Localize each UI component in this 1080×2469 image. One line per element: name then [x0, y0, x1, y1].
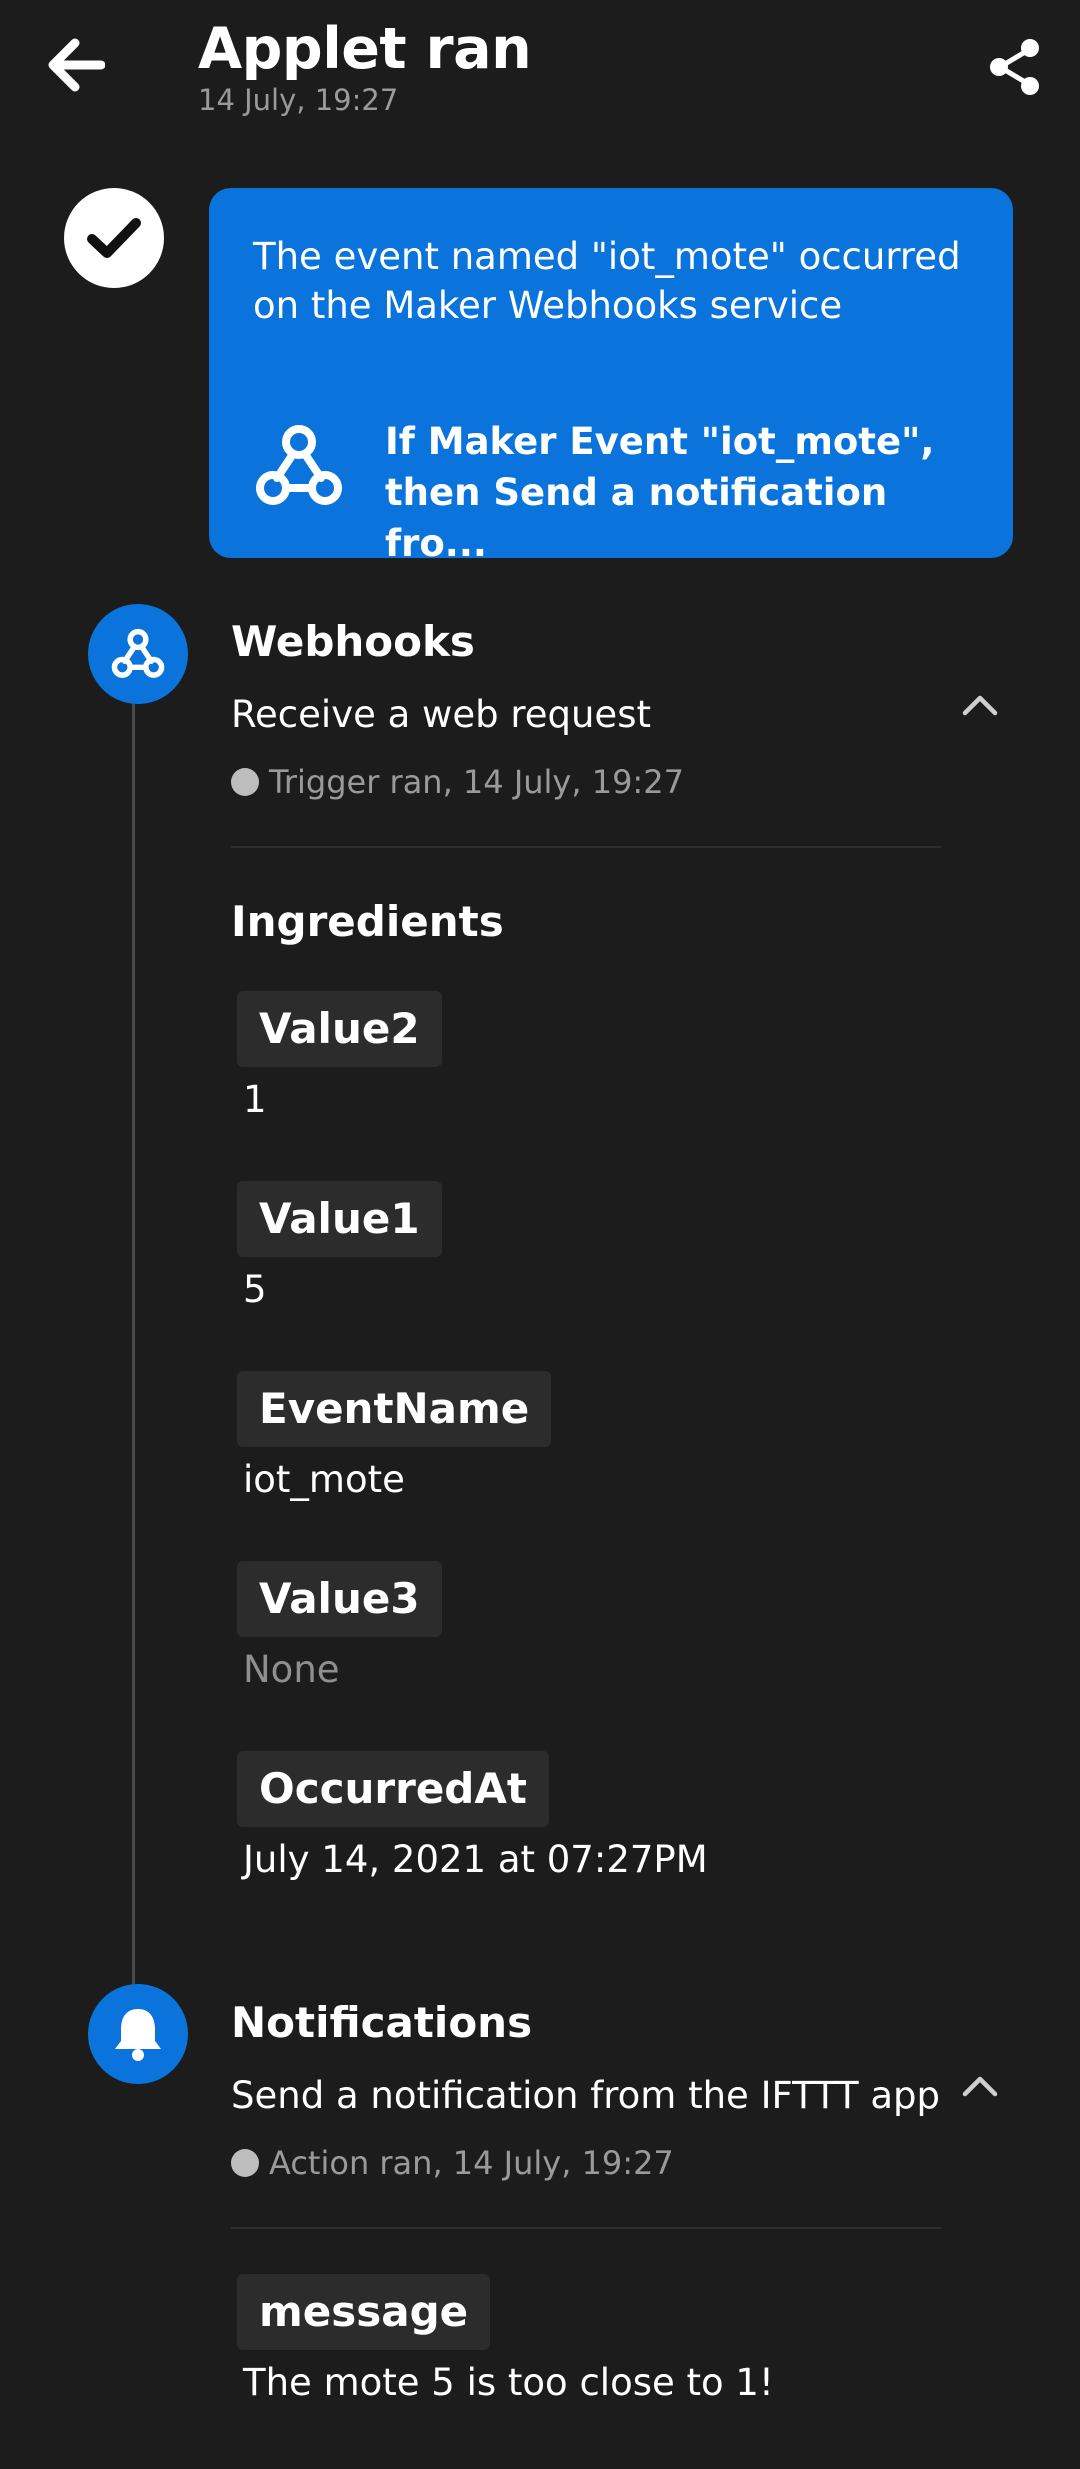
applet-summary-card[interactable]: The event named "iot_mote" occurred on t… [209, 188, 1013, 565]
action-field-message: message The mote 5 is too close to 1! [237, 2274, 774, 2406]
ingredient-value2: Value2 1 [237, 991, 442, 1123]
action-service-name: Notifications [231, 1998, 533, 2047]
success-check-badge [64, 188, 164, 288]
status-dot [231, 2149, 259, 2177]
trigger-status: Trigger ran, 14 July, 19:27 [231, 762, 684, 802]
share-icon [990, 39, 1039, 95]
ingredient-value: iot_mote [243, 1458, 405, 1501]
trigger-service-name: Webhooks [231, 617, 475, 666]
timeline-connector [132, 660, 135, 2000]
collapse-trigger-button[interactable] [955, 685, 1005, 725]
action-description: Send a notification from the IFTTT app [231, 2074, 941, 2117]
webhooks-icon [256, 425, 342, 505]
checkmark-icon [87, 218, 141, 258]
chevron-up-icon [962, 695, 998, 716]
page-title: Applet ran [198, 16, 532, 82]
ingredient-label: Value2 [237, 991, 442, 1067]
action-status: Action ran, 14 July, 19:27 [231, 2143, 674, 2183]
ingredient-value: 1 [243, 1078, 267, 1121]
chevron-up-icon [962, 2076, 998, 2097]
ingredient-eventname: EventName iot_mote [237, 1371, 552, 1503]
collapse-action-button[interactable] [955, 2066, 1005, 2106]
notifications-step-badge [88, 1984, 188, 2084]
arrow-left-icon [48, 38, 105, 92]
status-dot [231, 768, 259, 796]
share-button[interactable] [980, 32, 1050, 102]
page-subtitle: 14 July, 19:27 [198, 83, 399, 117]
trigger-status-text: Trigger ran, 14 July, 19:27 [269, 763, 684, 801]
bell-icon [115, 2009, 161, 2061]
ingredient-occurredat: OccurredAt July 14, 2021 at 07:27PM [237, 1751, 708, 1883]
field-value: The mote 5 is too close to 1! [243, 2361, 774, 2404]
webhooks-step-badge [88, 604, 188, 704]
ingredient-value: None [243, 1648, 340, 1691]
field-label: message [237, 2274, 491, 2350]
ingredient-value3: Value3 None [237, 1561, 442, 1693]
ingredient-label: OccurredAt [237, 1751, 549, 1827]
action-status-text: Action ran, 14 July, 19:27 [269, 2144, 674, 2182]
ingredient-label: Value1 [237, 1181, 442, 1257]
ingredient-value: 5 [243, 1268, 267, 1311]
webhooks-icon [111, 628, 165, 678]
ingredient-value1: Value1 5 [237, 1181, 442, 1313]
applet-name: If Maker Event "iot_mote", then Send a n… [385, 420, 935, 565]
back-button[interactable] [40, 30, 110, 100]
divider [231, 2227, 941, 2229]
ingredient-label: EventName [237, 1371, 552, 1447]
ingredient-value: July 14, 2021 at 07:27PM [243, 1838, 708, 1881]
divider [231, 846, 941, 848]
ingredients-heading: Ingredients [231, 897, 504, 946]
ingredient-label: Value3 [237, 1561, 442, 1637]
trigger-description: Receive a web request [231, 693, 651, 736]
summary-text: The event named "iot_mote" occurred on t… [253, 235, 961, 327]
